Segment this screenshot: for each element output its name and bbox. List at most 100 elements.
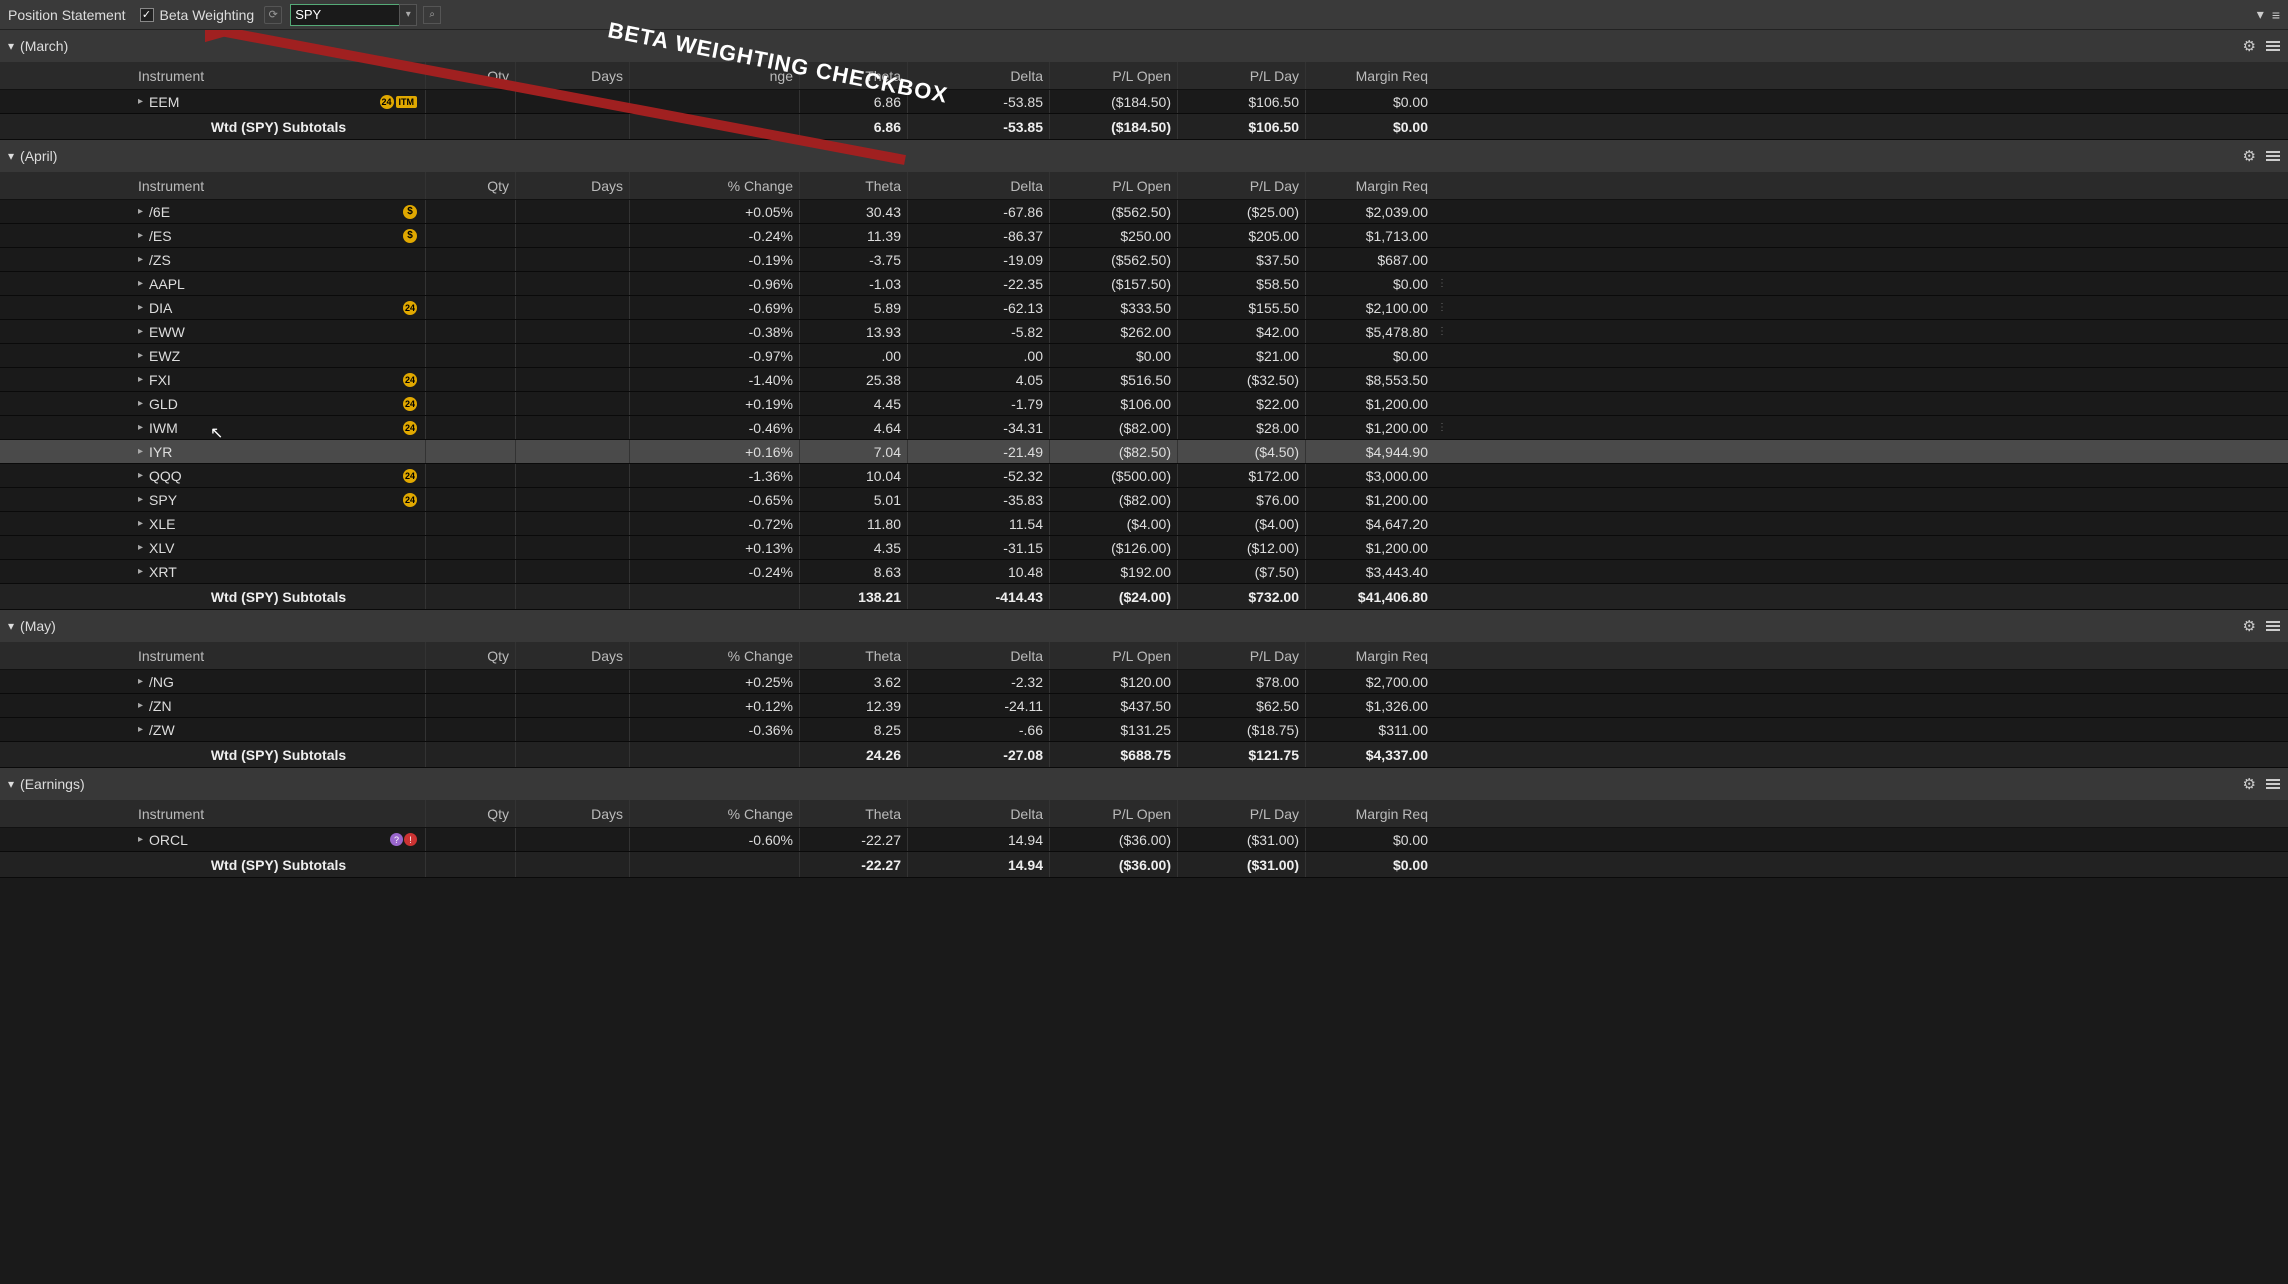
col-plopen[interactable]: P/L Open	[1050, 62, 1178, 89]
col-days[interactable]: Days	[516, 800, 630, 827]
row-menu-icon[interactable]	[1434, 488, 1450, 511]
gear-icon[interactable]: ⚙	[2243, 37, 2256, 55]
gear-icon[interactable]: ⚙	[2243, 617, 2256, 635]
expand-icon[interactable]: ▸	[138, 518, 143, 529]
expand-icon[interactable]: ▸	[138, 350, 143, 361]
lookup-button[interactable]: ⌕	[423, 6, 441, 24]
expand-icon[interactable]: ▸	[138, 326, 143, 337]
position-row[interactable]: ▸/ZN +0.12% 12.39 -24.11 $437.50 $62.50 …	[0, 694, 2288, 718]
expand-icon[interactable]: ▸	[138, 374, 143, 385]
col-margin[interactable]: Margin Req	[1306, 172, 1434, 199]
row-menu-icon[interactable]: ⋮	[1434, 416, 1450, 439]
col-margin[interactable]: Margin Req	[1306, 800, 1434, 827]
col-days[interactable]: Days	[516, 172, 630, 199]
beta-weighting-checkbox[interactable]: ✓	[140, 8, 154, 22]
expand-icon[interactable]: ▸	[138, 566, 143, 577]
expand-icon[interactable]: ▸	[138, 254, 143, 265]
col-delta[interactable]: Delta	[908, 642, 1050, 669]
position-row[interactable]: ▸SPY24 -0.65% 5.01 -35.83 ($82.00) $76.0…	[0, 488, 2288, 512]
expand-icon[interactable]: ▸	[138, 422, 143, 433]
position-row[interactable]: ▸/NG +0.25% 3.62 -2.32 $120.00 $78.00 $2…	[0, 670, 2288, 694]
row-menu-icon[interactable]	[1434, 200, 1450, 223]
position-row[interactable]: ▸IWM24 -0.46% 4.64 -34.31 ($82.00) $28.0…	[0, 416, 2288, 440]
row-menu-icon[interactable]	[1434, 512, 1450, 535]
expand-icon[interactable]: ▸	[138, 446, 143, 457]
col-plday[interactable]: P/L Day	[1178, 62, 1306, 89]
position-row[interactable]: ▸QQQ24 -1.36% 10.04 -52.32 ($500.00) $17…	[0, 464, 2288, 488]
col-plopen[interactable]: P/L Open	[1050, 642, 1178, 669]
col-change[interactable]: % Change	[630, 172, 800, 199]
row-menu-icon[interactable]	[1434, 464, 1450, 487]
position-row[interactable]: ▸XLV +0.13% 4.35 -31.15 ($126.00) ($12.0…	[0, 536, 2288, 560]
position-row[interactable]: ▸FXI24 -1.40% 25.38 4.05 $516.50 ($32.50…	[0, 368, 2288, 392]
col-theta[interactable]: Theta	[800, 800, 908, 827]
col-change[interactable]: % Change	[630, 642, 800, 669]
expand-icon[interactable]: ▸	[138, 700, 143, 711]
row-menu-icon[interactable]: ⋮	[1434, 272, 1450, 295]
position-row[interactable]: ▸/ZS -0.19% -3.75 -19.09 ($562.50) $37.5…	[0, 248, 2288, 272]
row-menu-icon[interactable]	[1434, 560, 1450, 583]
row-menu-icon[interactable]	[1434, 828, 1450, 851]
row-menu-icon[interactable]	[1434, 90, 1450, 113]
position-row[interactable]: ▸DIA24 -0.69% 5.89 -62.13 $333.50 $155.5…	[0, 296, 2288, 320]
group-header[interactable]: ▾ (May) ⚙	[0, 610, 2288, 642]
expand-icon[interactable]: ▸	[138, 834, 143, 845]
position-row[interactable]: ▸/ZW -0.36% 8.25 -.66 $131.25 ($18.75) $…	[0, 718, 2288, 742]
position-row[interactable]: ▸GLD24 +0.19% 4.45 -1.79 $106.00 $22.00 …	[0, 392, 2288, 416]
col-plday[interactable]: P/L Day	[1178, 642, 1306, 669]
col-qty[interactable]: Qty	[426, 172, 516, 199]
position-row[interactable]: ▸/6E$ +0.05% 30.43 -67.86 ($562.50) ($25…	[0, 200, 2288, 224]
col-delta[interactable]: Delta	[908, 172, 1050, 199]
row-menu-icon[interactable]: ⋮	[1434, 320, 1450, 343]
col-change[interactable]: % Change	[630, 800, 800, 827]
list-icon[interactable]	[2266, 621, 2280, 631]
col-instrument[interactable]: Instrument	[130, 62, 426, 89]
group-header[interactable]: ▾ (March) ⚙	[0, 30, 2288, 62]
position-row[interactable]: ▸/ES$ -0.24% 11.39 -86.37 $250.00 $205.0…	[0, 224, 2288, 248]
group-header[interactable]: ▾ (Earnings) ⚙	[0, 768, 2288, 800]
menu-icon[interactable]: ≡	[2272, 7, 2280, 23]
col-instrument[interactable]: Instrument	[130, 642, 426, 669]
expand-icon[interactable]: ▸	[138, 542, 143, 553]
col-change[interactable]: nge	[630, 62, 800, 89]
list-icon[interactable]	[2266, 41, 2280, 51]
symbol-dropdown-icon[interactable]: ▾	[399, 4, 417, 26]
position-row[interactable]: ▸IYR +0.16% 7.04 -21.49 ($82.50) ($4.50)…	[0, 440, 2288, 464]
group-header[interactable]: ▾ (April) ⚙	[0, 140, 2288, 172]
position-row[interactable]: ▸EEM24ITM 6.86 -53.85 ($184.50) $106.50 …	[0, 90, 2288, 114]
gear-icon[interactable]: ⚙	[2243, 775, 2256, 793]
row-menu-icon[interactable]	[1434, 536, 1450, 559]
row-menu-icon[interactable]: ⋮	[1434, 296, 1450, 319]
row-menu-icon[interactable]	[1434, 670, 1450, 693]
collapse-icon[interactable]: ▾	[2257, 6, 2264, 23]
col-plday[interactable]: P/L Day	[1178, 172, 1306, 199]
expand-icon[interactable]: ▸	[138, 470, 143, 481]
expand-icon[interactable]: ▸	[138, 398, 143, 409]
row-menu-icon[interactable]	[1434, 224, 1450, 247]
refresh-icon[interactable]: ⟳	[264, 6, 282, 24]
col-qty[interactable]: Qty	[426, 642, 516, 669]
row-menu-icon[interactable]	[1434, 368, 1450, 391]
row-menu-icon[interactable]	[1434, 392, 1450, 415]
expand-icon[interactable]: ▸	[138, 278, 143, 289]
expand-icon[interactable]: ▸	[138, 206, 143, 217]
expand-icon[interactable]: ▸	[138, 724, 143, 735]
position-row[interactable]: ▸EWZ -0.97% .00 .00 $0.00 $21.00 $0.00	[0, 344, 2288, 368]
row-menu-icon[interactable]	[1434, 440, 1450, 463]
col-plopen[interactable]: P/L Open	[1050, 800, 1178, 827]
expand-icon[interactable]: ▸	[138, 494, 143, 505]
gear-icon[interactable]: ⚙	[2243, 147, 2256, 165]
col-theta[interactable]: Theta	[800, 642, 908, 669]
col-delta[interactable]: Delta	[908, 800, 1050, 827]
list-icon[interactable]	[2266, 779, 2280, 789]
col-instrument[interactable]: Instrument	[130, 800, 426, 827]
list-icon[interactable]	[2266, 151, 2280, 161]
row-menu-icon[interactable]	[1434, 718, 1450, 741]
col-plday[interactable]: P/L Day	[1178, 800, 1306, 827]
col-theta[interactable]: Theta	[800, 62, 908, 89]
col-plopen[interactable]: P/L Open	[1050, 172, 1178, 199]
position-row[interactable]: ▸AAPL -0.96% -1.03 -22.35 ($157.50) $58.…	[0, 272, 2288, 296]
position-row[interactable]: ▸EWW -0.38% 13.93 -5.82 $262.00 $42.00 $…	[0, 320, 2288, 344]
col-qty[interactable]: Qty	[426, 800, 516, 827]
col-qty[interactable]: Qty	[426, 62, 516, 89]
